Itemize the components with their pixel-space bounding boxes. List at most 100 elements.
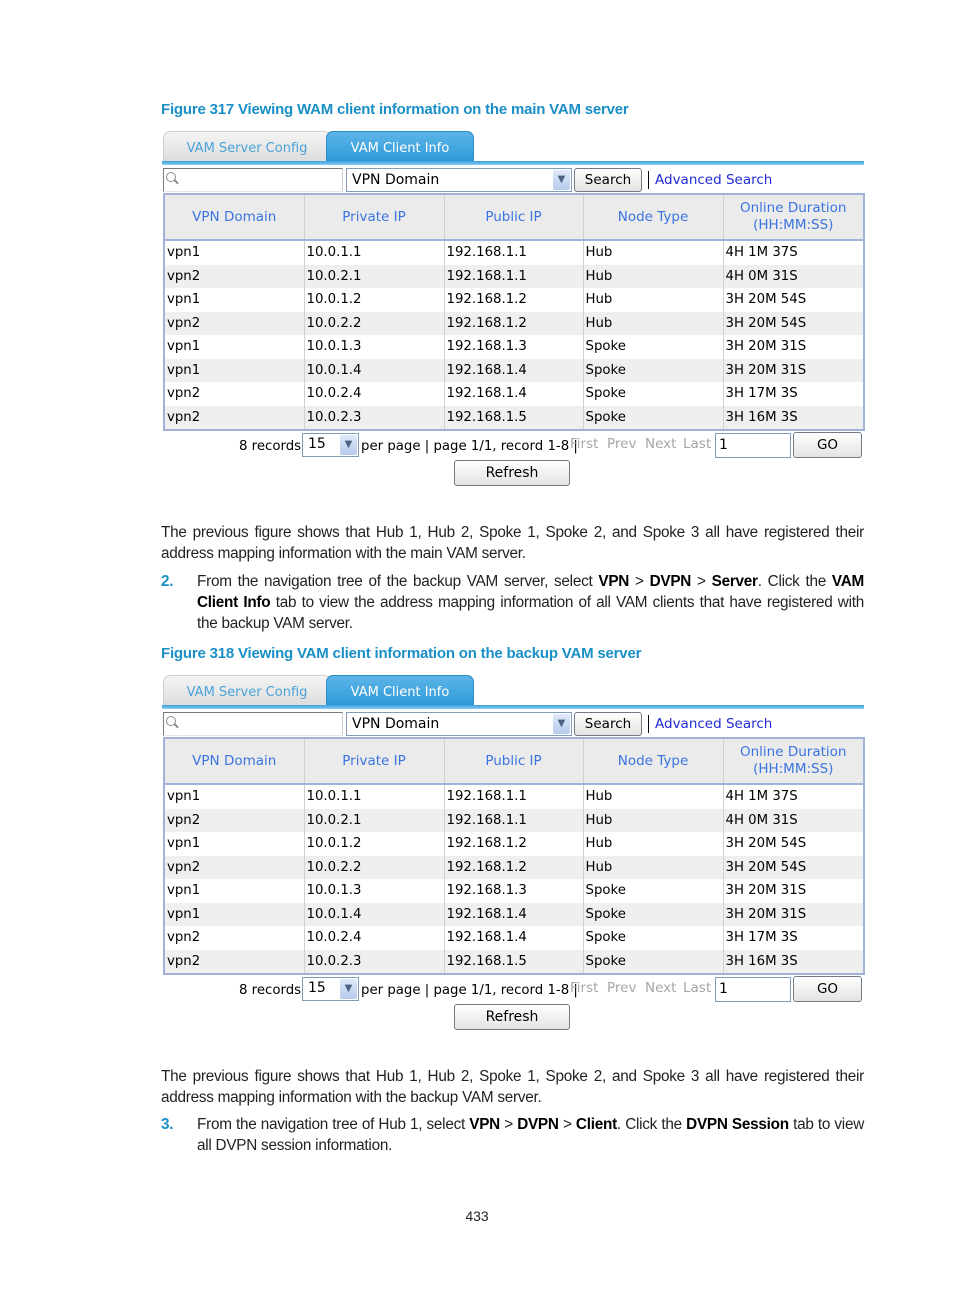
table-row: vpn1 10.0.1.3 192.168.1.3 Spoke 3H 20M 31S [164, 335, 865, 359]
bold-term: DVPN Session [686, 1116, 789, 1133]
table-cell: 192.168.1.4 [444, 902, 584, 926]
column-header[interactable]: Online Duration (HH:MM:SS) [723, 738, 865, 785]
refresh-button[interactable]: Refresh [454, 460, 570, 486]
table-cell: Hub [583, 240, 724, 265]
tab-underline [162, 161, 864, 165]
column-header[interactable]: Node Type [583, 194, 724, 241]
column-header-text: Private IP [342, 752, 406, 769]
table-cell: 3H 20M 54S [723, 832, 865, 856]
search-field-select[interactable]: VPN Domain ▼ [346, 712, 572, 736]
table-cell: vpn1 [164, 240, 305, 265]
text-run: > [629, 573, 650, 590]
step-3: 3. From the navigation tree of Hub 1, sel… [161, 1114, 864, 1156]
tab-vam-client-info[interactable]: VAM Client Info [326, 675, 474, 707]
table-cell: 3H 16M 3S [723, 405, 865, 430]
tab-bar: VAM Server Config VAM Client Info [162, 130, 864, 165]
table-cell: Hub [583, 855, 724, 879]
figure-caption: Figure 317 Viewing WAM client informatio… [161, 101, 629, 118]
first-page-link[interactable]: First [570, 436, 598, 452]
refresh-button[interactable]: Refresh [454, 1004, 570, 1030]
table-cell: vpn2 [164, 382, 305, 406]
tab-vam-server-config[interactable]: VAM Server Config [163, 131, 331, 163]
text-run: . Click the [616, 1116, 687, 1133]
search-input[interactable] [163, 168, 343, 192]
column-header[interactable]: Private IP [304, 194, 445, 241]
paragraph: The previous figure shows that Hub 1, Hu… [161, 524, 864, 562]
search-button[interactable]: Search [574, 712, 642, 736]
step-number: 2. [161, 573, 174, 590]
table-cell: 3H 20M 54S [723, 288, 865, 312]
page-number-input[interactable]: 1 [715, 433, 791, 458]
table-cell: 10.0.2.1 [304, 808, 445, 832]
column-header[interactable]: Online Duration (HH:MM:SS) [723, 194, 865, 241]
bold-term: Server [711, 573, 758, 590]
pagination: 8 records, 15 ▼ per page | page 1/1, reco… [162, 432, 864, 458]
table-cell: 3H 16M 3S [723, 949, 865, 974]
page-number-input[interactable]: 1 [715, 977, 791, 1002]
table-cell: 3H 20M 31S [723, 902, 865, 926]
search-input[interactable] [163, 712, 343, 736]
column-header-text: Private IP [342, 208, 406, 225]
search-field-value: VPN Domain [352, 172, 440, 188]
vam-client-widget-main: VAM Server Config VAM Client Info VPN Do… [162, 130, 865, 495]
text-run: > [499, 1116, 518, 1133]
search-field-select[interactable]: VPN Domain ▼ [346, 168, 572, 192]
table-row: vpn2 10.0.2.1 192.168.1.1 Hub 4H 0M 31S [164, 264, 865, 288]
table-cell: 4H 1M 37S [723, 240, 865, 265]
column-header[interactable]: Node Type [583, 738, 724, 785]
table-cell: 10.0.1.1 [304, 784, 445, 809]
table-cell: vpn2 [164, 926, 305, 950]
chevron-down-icon[interactable]: ▼ [340, 979, 357, 999]
table-cell: 192.168.1.1 [444, 240, 584, 265]
per-page-select[interactable]: 15 ▼ [302, 977, 359, 1001]
column-header-text: Online Duration [740, 200, 847, 216]
next-page-link[interactable]: Next [645, 436, 676, 452]
tab-underline [162, 705, 864, 709]
table-cell: 10.0.2.4 [304, 382, 445, 406]
table-cell: Spoke [583, 949, 724, 974]
table-cell: vpn1 [164, 879, 305, 903]
table-cell: Hub [583, 808, 724, 832]
column-header[interactable]: Public IP [444, 738, 584, 785]
page-info: per page | page 1/1, record 1-8 | [361, 983, 578, 998]
tab-vam-client-info[interactable]: VAM Client Info [326, 131, 474, 163]
table-cell: 192.168.1.4 [444, 382, 584, 406]
column-header-text: VPN Domain [192, 752, 277, 769]
tab-vam-server-config[interactable]: VAM Server Config [163, 675, 331, 707]
bold-term: VPN [469, 1116, 500, 1133]
chevron-down-icon[interactable]: ▼ [340, 435, 357, 455]
per-page-select[interactable]: 15 ▼ [302, 433, 359, 457]
advanced-search-link[interactable]: Advanced Search [655, 172, 772, 188]
column-header[interactable]: VPN Domain [164, 738, 305, 785]
advanced-search-link[interactable]: Advanced Search [655, 716, 772, 732]
go-button[interactable]: GO [793, 432, 862, 458]
table-cell: vpn1 [164, 288, 305, 312]
table-cell: 10.0.2.3 [304, 405, 445, 430]
last-page-link[interactable]: Last [683, 980, 711, 996]
last-page-link[interactable]: Last [683, 436, 711, 452]
figure-caption: Figure 318 Viewing VAM client informatio… [161, 645, 642, 662]
step-number: 3. [161, 1116, 174, 1133]
first-page-link[interactable]: First [570, 980, 598, 996]
column-header[interactable]: Public IP [444, 194, 584, 241]
table-cell: 192.168.1.1 [444, 784, 584, 809]
table-cell: 192.168.1.1 [444, 264, 584, 288]
table-cell: Spoke [583, 382, 724, 406]
go-button[interactable]: GO [793, 976, 862, 1002]
page-number: 433 [465, 1208, 489, 1224]
column-header[interactable]: Private IP [304, 738, 445, 785]
tab-bar: VAM Server Config VAM Client Info [162, 674, 864, 709]
column-header[interactable]: VPN Domain [164, 194, 305, 241]
table-cell: 10.0.1.2 [304, 288, 445, 312]
search-button[interactable]: Search [574, 168, 642, 192]
prev-page-link[interactable]: Prev [607, 436, 636, 452]
chevron-down-icon[interactable]: ▼ [553, 170, 570, 190]
next-page-link[interactable]: Next [645, 980, 676, 996]
table-cell: 10.0.1.3 [304, 335, 445, 359]
table-cell: 192.168.1.2 [444, 311, 584, 335]
prev-page-link[interactable]: Prev [607, 980, 636, 996]
table-cell: vpn2 [164, 855, 305, 879]
chevron-down-icon[interactable]: ▼ [553, 714, 570, 734]
table-cell: 3H 20M 31S [723, 335, 865, 359]
text-run: > [558, 1116, 576, 1133]
